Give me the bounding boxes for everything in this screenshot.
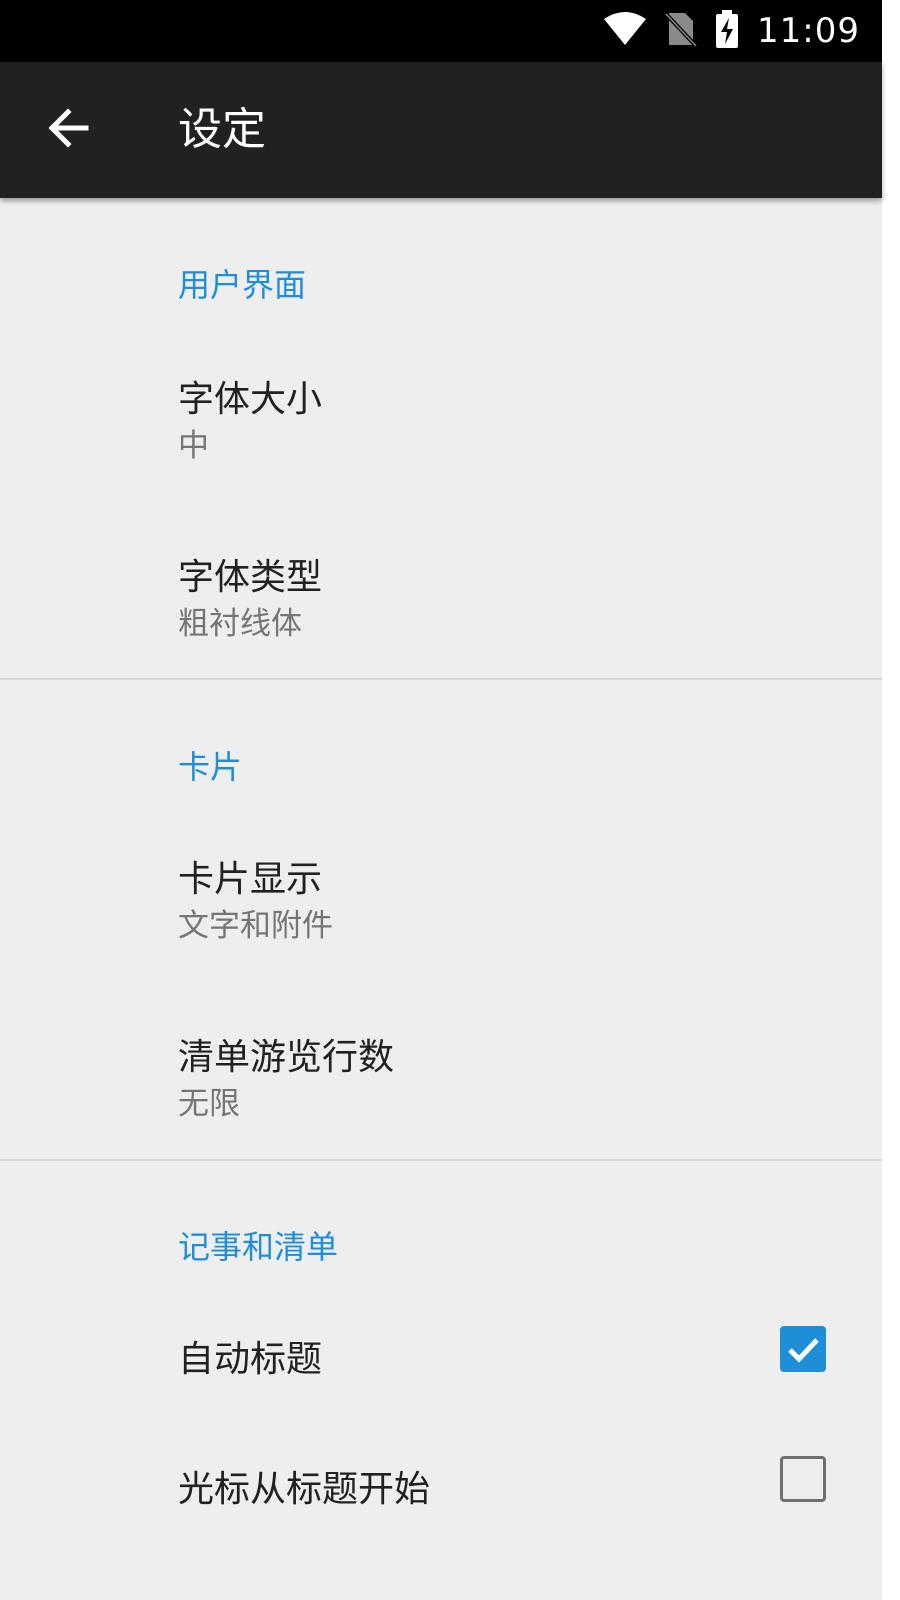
auto-title-checkbox[interactable]: [780, 1326, 826, 1372]
pref-summary: 粗衬线体: [178, 606, 302, 642]
no-sim-icon: [664, 11, 698, 51]
section-divider: [0, 1159, 882, 1161]
pref-title: 字体类型: [178, 557, 323, 598]
screen-edge: [882, 0, 900, 1600]
settings-list: 用户界面 字体大小 中 字体类型 粗衬线体 卡片 卡片显示 文字和附件 清单游览…: [0, 198, 882, 1600]
cursor-from-title-checkbox[interactable]: [780, 1456, 826, 1502]
pref-title: 字体大小: [178, 379, 323, 420]
section-divider: [0, 678, 882, 680]
section-header-notes-lists: 记事和清单: [178, 1228, 339, 1266]
check-icon: [780, 1338, 826, 1376]
section-header-cards: 卡片: [178, 748, 243, 786]
section-header-ui: 用户界面: [178, 266, 307, 304]
pref-title: 光标从标题开始: [178, 1469, 431, 1510]
pref-title: 清单游览行数: [178, 1037, 395, 1078]
app-bar: 设定: [0, 62, 882, 198]
pref-title: 自动标题: [178, 1339, 323, 1380]
pref-summary: 中: [178, 428, 209, 464]
arrow-back-icon: [46, 106, 90, 154]
status-time: 11:09: [757, 11, 860, 51]
battery-charging-icon: [715, 10, 739, 52]
wifi-icon: [603, 11, 647, 51]
pref-title: 卡片显示: [178, 859, 323, 900]
status-icons: 11:09: [603, 0, 860, 62]
page-title: 设定: [178, 104, 266, 155]
back-button[interactable]: [28, 90, 108, 170]
status-bar: 11:09: [0, 0, 882, 62]
pref-summary: 文字和附件: [178, 908, 333, 944]
pref-summary: 无限: [178, 1086, 240, 1122]
